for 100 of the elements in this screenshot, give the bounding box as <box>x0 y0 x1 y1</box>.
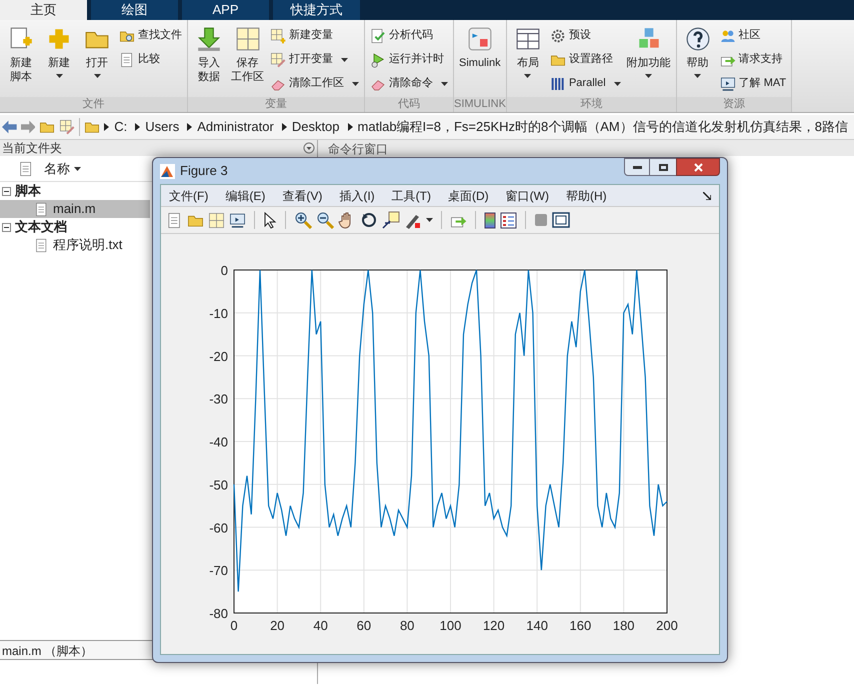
ribbon-button[interactable]: 新建 <box>43 26 75 78</box>
ribbon-button[interactable]: 查找文件 <box>119 26 182 45</box>
chevron-right-icon <box>348 123 353 131</box>
ribbon-button[interactable]: 预设 <box>550 26 621 45</box>
ribbon-button[interactable]: 导入 数据 <box>193 26 225 84</box>
menu-item[interactable]: 帮助(H) <box>566 186 607 204</box>
path-segment[interactable]: C: <box>114 117 128 137</box>
ribbon-group-title: 文件 <box>0 97 187 112</box>
ribbon-tab[interactable]: 主页 <box>0 0 87 20</box>
tick-label: -50 <box>209 477 228 492</box>
path-segment[interactable]: Administrator <box>197 117 274 137</box>
chevron-right-icon <box>282 123 287 131</box>
caret-icon <box>352 82 359 86</box>
window-icon[interactable] <box>552 212 570 228</box>
caret-icon <box>426 218 433 222</box>
ribbon-button[interactable]: 分析代码 <box>370 26 448 45</box>
path-segment[interactable]: Users <box>145 117 180 137</box>
ribbon-group-title: 代码 <box>365 97 453 112</box>
ribbon-group-title: 环境 <box>506 97 676 112</box>
ribbon-button[interactable]: 请求支持 <box>720 50 786 69</box>
tick-label: 160 <box>570 618 592 633</box>
zoom-in-icon[interactable] <box>294 211 312 229</box>
menu-item[interactable]: 窗口(W) <box>506 186 549 204</box>
tick-label: -70 <box>209 563 228 578</box>
ribbon-tab[interactable]: 绘图 <box>91 0 178 20</box>
dock-arrow-icon[interactable] <box>703 192 711 200</box>
colorbar-icon[interactable] <box>484 212 496 228</box>
legend-icon[interactable] <box>500 212 517 228</box>
caret-icon <box>56 74 62 78</box>
tree-group-label[interactable]: 脚本 <box>15 181 41 201</box>
menu-item[interactable]: 插入(I) <box>339 186 375 204</box>
panel-title: 命令行窗口 <box>328 142 388 156</box>
tick-label: 60 <box>356 618 372 633</box>
ribbon-button[interactable]: 新建 脚本 <box>5 26 37 84</box>
ribbon-button[interactable]: 保存 工作区 <box>231 26 264 84</box>
dropdown-circle-icon[interactable] <box>303 142 315 154</box>
back-arrow-icon[interactable] <box>2 120 17 134</box>
ribbon-button[interactable]: 布局 <box>512 26 544 78</box>
check-doc-icon <box>370 28 386 44</box>
ribbon-button[interactable]: 运行并计时 <box>370 50 448 69</box>
rotate-icon[interactable] <box>360 211 378 229</box>
collapse-icon[interactable] <box>2 186 11 196</box>
tick-label: -80 <box>209 606 228 621</box>
ribbon-button[interactable]: 了解 MAT <box>720 74 786 93</box>
ribbon-group-title: 资源 <box>676 97 792 112</box>
ribbon-button[interactable]: 清除工作区 <box>270 74 359 93</box>
ribbon-group-title: SIMULINK <box>454 97 506 112</box>
ribbon-button[interactable]: 清除命令 <box>370 74 448 93</box>
tick-label: 200 <box>656 618 678 633</box>
ribbon-button[interactable]: 社区 <box>720 26 786 45</box>
play-icon <box>370 52 386 68</box>
menu-item[interactable]: 编辑(E) <box>225 186 266 204</box>
maximize-button[interactable] <box>650 158 676 176</box>
document-icon <box>34 238 49 252</box>
path-segment[interactable]: matlab编程I=8，Fs=25KHz时的8个调幅（AM）信号的信道化发射机仿真结果，8路信 <box>358 117 848 137</box>
caret-icon <box>94 74 100 78</box>
menu-item[interactable]: 文件(F) <box>169 186 208 204</box>
pointer-icon[interactable] <box>263 212 277 228</box>
file-item[interactable]: main.m <box>0 200 150 218</box>
ribbon-button[interactable]: 附加功能 <box>626 26 671 78</box>
ribbon-button[interactable]: 新建变量 <box>270 26 359 45</box>
collapse-icon[interactable] <box>2 222 11 232</box>
tree-group-label[interactable]: 文本文档 <box>15 217 67 237</box>
menu-item[interactable]: 查看(V) <box>282 186 322 204</box>
ribbon-button[interactable]: 设置路径 <box>550 50 621 69</box>
bars-icon <box>550 76 566 92</box>
ribbon-button[interactable]: 比较 <box>119 50 182 69</box>
minimize-button[interactable] <box>624 158 650 176</box>
tick-label: 100 <box>440 618 462 633</box>
tick-label: -10 <box>209 306 228 321</box>
ribbon-group-title: 变量 <box>188 97 364 112</box>
peak-logo-icon <box>160 164 175 178</box>
column-header[interactable]: 名称 <box>44 158 81 178</box>
path-segment[interactable]: Desktop <box>292 117 340 137</box>
ribbon-button[interactable]: 打开变量 <box>270 50 359 69</box>
grid-icon <box>234 26 260 52</box>
chevron-right-icon <box>135 123 140 131</box>
tick-label: 0 <box>220 263 228 278</box>
tick-label: 80 <box>400 618 414 633</box>
chevron-right-icon <box>187 123 192 131</box>
note-icon[interactable] <box>382 211 400 229</box>
ribbon-button[interactable]: Parallel <box>550 74 621 93</box>
ribbon-tab[interactable]: APP <box>182 0 269 20</box>
caret-icon <box>341 58 348 62</box>
ribbon-tab[interactable]: 快捷方式 <box>273 0 360 20</box>
gear-icon <box>550 28 566 44</box>
ribbon-button[interactable]: 打开 <box>81 26 113 78</box>
tick-label: -30 <box>209 392 228 407</box>
menu-item[interactable]: 桌面(D) <box>448 186 489 204</box>
forward-arrow-icon[interactable] <box>20 120 36 134</box>
zoom-out-icon[interactable] <box>316 211 334 229</box>
menu-item[interactable]: 工具(T) <box>392 186 431 204</box>
down-arrow-icon <box>196 26 222 52</box>
caret-icon <box>645 74 652 78</box>
ribbon-button[interactable]: Simulink <box>459 26 501 70</box>
ribbon-button[interactable]: 帮助 <box>682 26 714 78</box>
file-item[interactable]: 程序说明.txt <box>0 236 150 254</box>
layout-icon <box>514 26 541 52</box>
tick-label: 20 <box>270 618 285 633</box>
close-button[interactable] <box>676 158 720 176</box>
